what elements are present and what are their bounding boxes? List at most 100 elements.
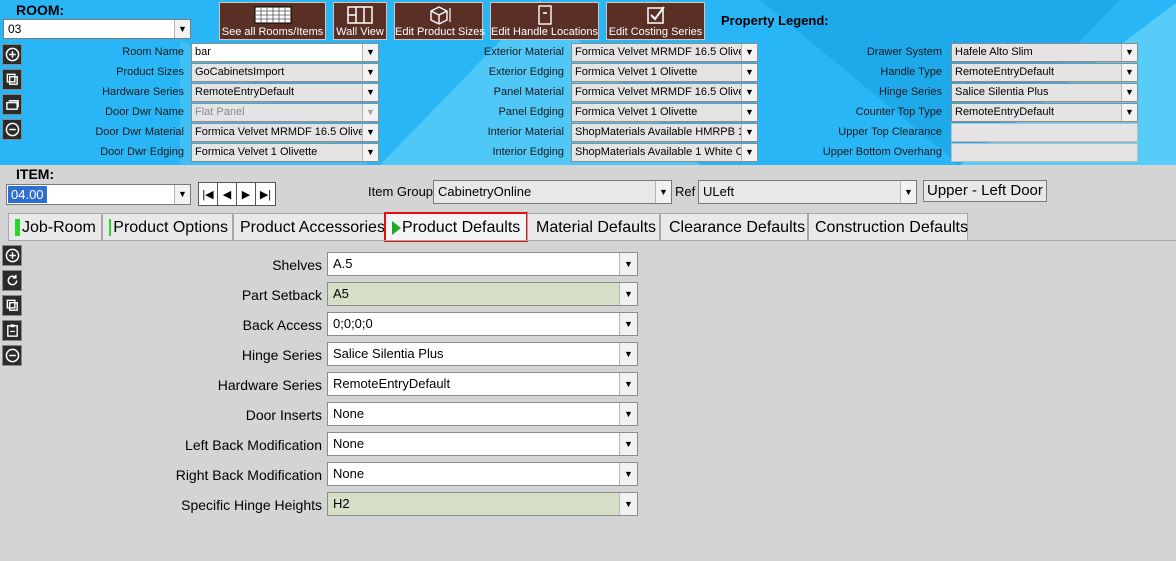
- copy-icon: [6, 299, 18, 311]
- specific-hinge-heights-value: H2: [333, 496, 350, 511]
- tab-product-accessories[interactable]: Product Accessories: [233, 213, 385, 241]
- chevron-down-icon[interactable]: ▼: [619, 373, 637, 395]
- door-inserts-select[interactable]: None ▼: [327, 402, 638, 426]
- last-item-button[interactable]: ▶|: [256, 183, 275, 205]
- chevron-down-icon[interactable]: ▼: [619, 493, 637, 515]
- back-access-select[interactable]: 0;0;0;0 ▼: [327, 312, 638, 336]
- wall-view-button[interactable]: Wall View: [333, 2, 387, 40]
- chevron-down-icon[interactable]: ▼: [619, 253, 637, 275]
- refresh-item-button[interactable]: [2, 270, 22, 291]
- hinge-series-top-select[interactable]: Salice Silentia Plus ▼: [951, 83, 1138, 102]
- ref-select[interactable]: ULeft ▼: [698, 180, 917, 204]
- hardware-series-select[interactable]: RemoteEntryDefault ▼: [191, 83, 379, 102]
- counter-top-type-select[interactable]: RemoteEntryDefault ▼: [951, 103, 1138, 122]
- chevron-down-icon[interactable]: ▼: [362, 124, 378, 141]
- chevron-down-icon[interactable]: ▼: [741, 104, 757, 121]
- interior-edging-select[interactable]: ShopMaterials Available 1 White Ca ▼: [571, 143, 758, 162]
- tab-status-marker: [109, 219, 112, 236]
- previous-item-button[interactable]: ◀: [218, 183, 237, 205]
- door-dwr-edging-select[interactable]: Formica Velvet 1 Olivette ▼: [191, 143, 379, 162]
- hardware-series-default-label: Hardware Series: [217, 377, 322, 393]
- chevron-down-icon[interactable]: ▼: [741, 124, 757, 141]
- tab-construction-defaults[interactable]: Construction Defaults: [808, 213, 968, 241]
- delete-room-button[interactable]: [2, 119, 22, 140]
- chevron-down-icon[interactable]: ▼: [1121, 64, 1137, 81]
- app-window: ROOM: 03 ▼ See all Rooms/Items Wall View…: [0, 0, 1176, 561]
- edit-product-sizes-button[interactable]: Edit Product Sizes: [394, 2, 485, 40]
- chevron-down-icon[interactable]: ▼: [619, 463, 637, 485]
- edit-costing-series-button[interactable]: Edit Costing Series: [606, 2, 705, 40]
- interior-material-select[interactable]: ShopMaterials Available HMRPB 16 ▼: [571, 123, 758, 142]
- chevron-down-icon[interactable]: ▼: [1121, 104, 1137, 121]
- drawer-system-label: Drawer System: [866, 46, 942, 58]
- chevron-down-icon[interactable]: ▼: [362, 44, 378, 61]
- exterior-material-select[interactable]: Formica Velvet MRMDF 16.5 Olive ▼: [571, 43, 758, 62]
- chevron-down-icon[interactable]: ▼: [619, 283, 637, 305]
- item-group-select[interactable]: CabinetryOnline ▼: [433, 180, 672, 204]
- paste-item-button[interactable]: [2, 320, 22, 341]
- left-back-modification-select[interactable]: None ▼: [327, 432, 638, 456]
- add-item-button[interactable]: [2, 245, 22, 266]
- right-back-modification-select[interactable]: None ▼: [327, 462, 638, 486]
- room-select[interactable]: 03 ▼: [3, 19, 191, 39]
- hardware-series-label: Hardware Series: [102, 86, 184, 98]
- chevron-down-icon[interactable]: ▼: [362, 84, 378, 101]
- exterior-edging-select[interactable]: Formica Velvet 1 Olivette ▼: [571, 63, 758, 82]
- chevron-down-icon[interactable]: ▼: [900, 181, 916, 203]
- chevron-down-icon[interactable]: ▼: [655, 181, 671, 203]
- room-name-select[interactable]: bar ▼: [191, 43, 379, 62]
- chevron-down-icon[interactable]: ▼: [362, 144, 378, 161]
- see-all-rooms-button[interactable]: See all Rooms/Items: [219, 2, 326, 40]
- upper-bottom-overhang-field[interactable]: [951, 143, 1138, 162]
- hinge-series-select[interactable]: Salice Silentia Plus ▼: [327, 342, 638, 366]
- handle-type-select[interactable]: RemoteEntryDefault ▼: [951, 63, 1138, 82]
- tab-product-options[interactable]: Product Options: [102, 213, 233, 241]
- chevron-down-icon[interactable]: ▼: [741, 144, 757, 161]
- first-item-button[interactable]: |◀: [199, 183, 218, 205]
- edit-handle-locations-button[interactable]: Edit Handle Locations: [490, 2, 599, 40]
- chevron-down-icon[interactable]: ▼: [741, 64, 757, 81]
- item-title: ITEM:: [16, 166, 55, 182]
- chevron-down-icon[interactable]: ▼: [619, 313, 637, 335]
- next-item-button[interactable]: ▶: [237, 183, 256, 205]
- interior-edging-label: Interior Edging: [492, 146, 564, 158]
- see-all-rooms-label: See all Rooms/Items: [221, 26, 324, 38]
- chevron-down-icon[interactable]: ▼: [174, 185, 190, 204]
- drawer-system-select[interactable]: Hafele Alto Slim ▼: [951, 43, 1138, 62]
- chevron-down-icon[interactable]: ▼: [741, 84, 757, 101]
- tab-product-defaults[interactable]: Product Defaults: [384, 212, 528, 242]
- exterior-material-label: Exterior Material: [483, 46, 564, 58]
- delete-item-button[interactable]: [2, 345, 22, 366]
- chevron-down-icon[interactable]: ▼: [619, 343, 637, 365]
- tab-clearance-defaults[interactable]: Clearance Defaults: [660, 213, 808, 241]
- chevron-down-icon[interactable]: ▼: [174, 20, 190, 38]
- chevron-down-icon[interactable]: ▼: [1121, 44, 1137, 61]
- part-setback-select[interactable]: A5 ▼: [327, 282, 638, 306]
- chevron-down-icon[interactable]: ▼: [362, 64, 378, 81]
- chevron-down-icon[interactable]: ▼: [619, 433, 637, 455]
- refresh-icon: [7, 274, 17, 286]
- back-access-label: Back Access: [242, 317, 322, 333]
- chevron-down-icon[interactable]: ▼: [619, 403, 637, 425]
- shelves-select[interactable]: A.5 ▼: [327, 252, 638, 276]
- upper-top-clearance-field[interactable]: [951, 123, 1138, 142]
- chevron-down-icon[interactable]: ▼: [741, 44, 757, 61]
- counter-top-type-value: RemoteEntryDefault: [955, 106, 1055, 118]
- product-sizes-select[interactable]: GoCabinetsImport ▼: [191, 63, 379, 82]
- door-dwr-material-select[interactable]: Formica Velvet MRMDF 16.5 Olive ▼: [191, 123, 379, 142]
- tab-job-room[interactable]: Job-Room: [8, 213, 102, 241]
- chevron-down-icon[interactable]: ▼: [1121, 84, 1137, 101]
- item-select-value: 04.00: [8, 186, 47, 203]
- drawer-system-value: Hafele Alto Slim: [955, 46, 1033, 58]
- tab-material-defaults[interactable]: Material Defaults: [527, 213, 660, 241]
- item-select[interactable]: 04.00 ▼: [6, 184, 191, 205]
- add-room-button[interactable]: [2, 44, 22, 65]
- hardware-series-default-select[interactable]: RemoteEntryDefault ▼: [327, 372, 638, 396]
- copy-item-button[interactable]: [2, 295, 22, 316]
- room-properties-panel: ROOM: 03 ▼ See all Rooms/Items Wall View…: [0, 0, 1176, 165]
- panel-material-select[interactable]: Formica Velvet MRMDF 16.5 Olive ▼: [571, 83, 758, 102]
- copy-room-button[interactable]: [2, 69, 22, 90]
- panel-edging-select[interactable]: Formica Velvet 1 Olivette ▼: [571, 103, 758, 122]
- specific-hinge-heights-select[interactable]: H2 ▼: [327, 492, 638, 516]
- duplicate-room-button[interactable]: [2, 94, 22, 115]
